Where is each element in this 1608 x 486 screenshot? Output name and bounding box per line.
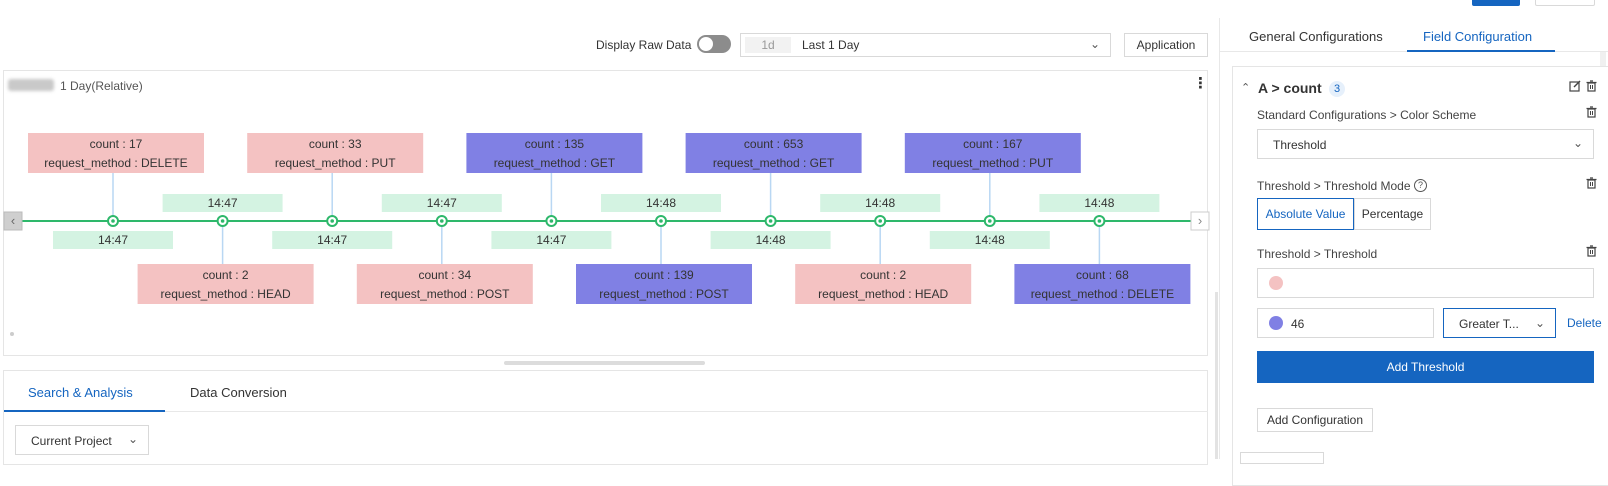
event-count: count : 68 (1076, 268, 1129, 282)
trash-icon[interactable] (1586, 177, 1597, 192)
threshold-operator-select[interactable]: Greater T... ⌄ (1443, 308, 1556, 338)
event-count: count : 167 (963, 137, 1023, 151)
tab-data-conversion[interactable]: Data Conversion (190, 385, 287, 400)
tab-search-analysis[interactable]: Search & Analysis (28, 385, 133, 400)
threshold-value: 46 (1291, 317, 1305, 331)
event-count: count : 135 (525, 137, 585, 151)
event-time: 14:48 (865, 196, 895, 210)
event-node-dot (878, 219, 882, 223)
delete-threshold-link[interactable]: Delete (1567, 316, 1602, 330)
event-node-dot (549, 219, 554, 223)
event-node-dot (768, 219, 773, 223)
threshold-operator-value: Greater T... (1459, 317, 1519, 331)
right-panel-border (1219, 18, 1220, 459)
event-method: request_method : GET (713, 156, 835, 170)
threshold-color-swatch[interactable] (1269, 316, 1283, 330)
chevron-down-icon: ⌄ (1572, 136, 1583, 150)
project-select-value: Current Project (31, 434, 112, 448)
event-count: count : 17 (90, 137, 143, 151)
threshold-value-input[interactable]: 46 (1257, 308, 1434, 338)
svg-text:›: › (1198, 213, 1202, 228)
event-time: 14:47 (536, 233, 566, 247)
event-method: request_method : PUT (275, 156, 396, 170)
bottom-panel (3, 370, 1208, 465)
event-time: 14:47 (208, 196, 238, 210)
event-method: request_method : HEAD (818, 287, 948, 301)
event-time: 14:47 (317, 233, 347, 247)
timeline-chart: count : 17request_method : DELETE14:47co… (3, 133, 1210, 304)
edit-icon[interactable] (1569, 80, 1581, 95)
timeline-event[interactable]: count : 33 request_method : PUT 14:47 (247, 133, 424, 249)
event-node-dot (1097, 219, 1102, 223)
chevron-down-icon: ⌄ (1534, 316, 1545, 330)
timeline-event[interactable]: count : 167 request_method : PUT 14:48 (904, 133, 1081, 249)
event-time: 14:48 (975, 233, 1005, 247)
mode-percentage-button[interactable]: Percentage (1354, 198, 1431, 230)
mode-absolute-value-button[interactable]: Absolute Value (1257, 198, 1354, 230)
chevron-down-icon: ⌄ (127, 432, 138, 446)
color-scheme-select[interactable]: Threshold ⌄ (1257, 129, 1594, 159)
timeline-next-button[interactable]: › (1190, 211, 1210, 231)
timeline-event[interactable]: count : 135 request_method : GET 14:47 (466, 133, 643, 249)
event-method: request_method : GET (494, 156, 616, 170)
threshold-mode-label: Threshold > Threshold Mode (1257, 179, 1411, 193)
event-node-dot (440, 219, 444, 223)
field-section-title: A > count (1258, 80, 1322, 96)
active-tab-underline (4, 410, 165, 412)
event-count: count : 34 (418, 268, 471, 282)
base-color-swatch[interactable] (1269, 276, 1283, 290)
event-method: request_method : POST (380, 287, 510, 301)
help-icon[interactable]: ? (1414, 179, 1427, 192)
event-time: 14:47 (427, 196, 457, 210)
panel-resize-handle[interactable] (504, 361, 705, 365)
event-time: 14:47 (98, 233, 128, 247)
timeline-event[interactable]: count : 17 request_method : DELETE 14:47 (28, 133, 204, 249)
active-right-tab-underline (1407, 50, 1555, 52)
tab-field-configuration[interactable]: Field Configuration (1423, 29, 1532, 44)
tabs-divider (4, 411, 1208, 412)
event-node-dot (220, 219, 225, 223)
event-node-dot (111, 219, 115, 223)
event-method: request_method : PUT (932, 156, 1053, 170)
event-method: request_method : POST (599, 287, 729, 301)
cut-off-button[interactable] (1240, 452, 1324, 464)
svg-text:‹: ‹ (11, 213, 15, 228)
add-threshold-button[interactable]: Add Threshold (1257, 351, 1594, 383)
event-count: count : 139 (634, 268, 694, 282)
config-count-badge: 3 (1329, 81, 1345, 97)
event-node-dot (988, 219, 992, 223)
add-configuration-button[interactable]: Add Configuration (1257, 408, 1373, 432)
event-time: 14:48 (646, 196, 676, 210)
event-count: count : 33 (309, 137, 362, 151)
secondary-action-button[interactable] (1535, 0, 1595, 6)
event-node-dot (659, 219, 663, 223)
event-count: count : 2 (203, 268, 249, 282)
chevron-up-icon[interactable]: ⌃ (1241, 81, 1250, 94)
timeline-prev-button[interactable]: ‹ (3, 211, 23, 231)
event-time: 14:48 (756, 233, 786, 247)
base-threshold-row (1257, 268, 1594, 298)
event-time: 14:48 (1084, 196, 1114, 210)
color-scheme-value: Threshold (1273, 138, 1327, 152)
trash-icon[interactable] (1586, 80, 1597, 95)
event-method: request_method : DELETE (44, 156, 187, 170)
trash-icon[interactable] (1586, 245, 1597, 260)
vertical-scrollbar[interactable] (1215, 292, 1218, 459)
resize-dot (10, 332, 14, 336)
event-count: count : 2 (860, 268, 906, 282)
tab-general-configurations[interactable]: General Configurations (1249, 29, 1383, 44)
threshold-label: Threshold > Threshold (1257, 247, 1378, 261)
trash-icon[interactable] (1586, 106, 1597, 121)
event-count: count : 653 (744, 137, 804, 151)
timeline-event[interactable]: count : 653 request_method : GET 14:48 (685, 133, 862, 249)
primary-action-button[interactable] (1472, 0, 1520, 6)
color-scheme-label: Standard Configurations > Color Scheme (1257, 108, 1477, 122)
event-node-dot (330, 219, 335, 223)
event-method: request_method : HEAD (161, 287, 291, 301)
event-method: request_method : DELETE (1031, 287, 1174, 301)
project-select[interactable]: Current Project ⌄ (15, 425, 149, 455)
